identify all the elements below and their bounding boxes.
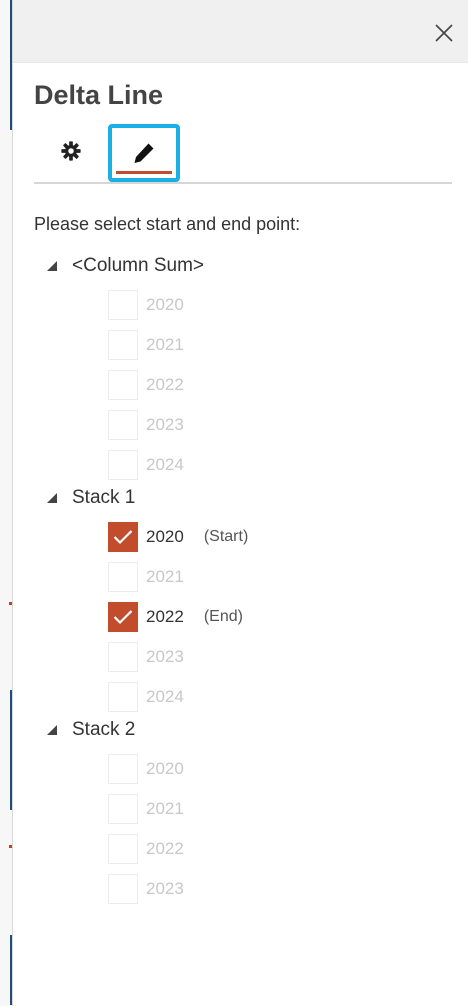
checkbox[interactable] xyxy=(108,834,138,864)
tree-item-label: 2020 xyxy=(146,295,184,314)
instruction-text: Please select start and end point: xyxy=(34,214,301,234)
end-tag: (End) xyxy=(203,608,243,625)
host-window-marker xyxy=(9,845,12,848)
collapse-arrow-icon[interactable] xyxy=(46,492,58,504)
tree-item[interactable]: 2023 xyxy=(108,409,184,441)
tree-item-label: 2021 xyxy=(146,567,184,586)
tree-item[interactable]: 2022 (End) xyxy=(108,601,243,633)
collapse-arrow-icon[interactable] xyxy=(46,724,58,736)
host-window-marker xyxy=(9,602,12,605)
tree-item-label: 2023 xyxy=(146,415,184,434)
checkbox[interactable] xyxy=(108,410,138,440)
tab-edit[interactable] xyxy=(108,124,180,182)
host-window-edge xyxy=(0,0,13,1006)
tree-item[interactable]: 2022 xyxy=(108,369,184,401)
tree-item[interactable]: 2021 xyxy=(108,561,184,593)
tab-settings[interactable] xyxy=(52,134,90,168)
pane-titlebar xyxy=(13,0,468,63)
tree-item-label: 2023 xyxy=(146,879,184,898)
tree-item[interactable]: 2020 (Start) xyxy=(108,521,248,553)
tree-item[interactable]: 2022 xyxy=(108,833,184,865)
collapse-arrow-icon[interactable] xyxy=(46,260,58,272)
checkbox[interactable] xyxy=(108,290,138,320)
checkmark-icon xyxy=(113,610,133,625)
pencil-icon xyxy=(134,143,154,163)
close-button[interactable] xyxy=(426,16,462,50)
tree-item[interactable]: 2023 xyxy=(108,641,184,673)
checkbox[interactable] xyxy=(108,642,138,672)
tab-divider xyxy=(34,182,452,184)
pane-title: Delta Line xyxy=(34,80,164,110)
tab-active-indicator xyxy=(116,171,172,174)
tree-item-label: 2023 xyxy=(146,647,184,666)
checkmark-icon xyxy=(113,530,133,545)
tree-item-label: 2024 xyxy=(146,455,184,474)
checkbox[interactable] xyxy=(108,562,138,592)
tree-group-label: Stack 2 xyxy=(72,719,136,740)
tree-item[interactable]: 2024 xyxy=(108,449,184,481)
tree-group-stack-2[interactable]: Stack 2 xyxy=(46,716,135,744)
tree-item-label: 2022 xyxy=(146,375,184,394)
gear-icon xyxy=(61,141,81,161)
start-tag: (Start) xyxy=(203,528,249,545)
checkbox-checked[interactable] xyxy=(108,522,138,552)
checkbox[interactable] xyxy=(108,794,138,824)
host-window-accent xyxy=(10,0,12,130)
checkbox[interactable] xyxy=(108,330,138,360)
close-icon xyxy=(435,24,453,42)
tree-group-label: Stack 1 xyxy=(72,487,136,508)
tree-group-stack-1[interactable]: Stack 1 xyxy=(46,484,135,512)
tree-item-label: 2021 xyxy=(146,335,184,354)
checkbox[interactable] xyxy=(108,450,138,480)
tree-group-label: <Column Sum> xyxy=(72,255,205,276)
tree-item[interactable]: 2020 xyxy=(108,753,184,785)
host-window-accent xyxy=(10,935,12,1005)
tree-item[interactable]: 2021 xyxy=(108,329,184,361)
tree-item[interactable]: 2023 xyxy=(108,873,184,905)
tree-item[interactable]: 2021 xyxy=(108,793,184,825)
tree-item-label: 2020 xyxy=(146,527,184,546)
checkbox[interactable] xyxy=(108,754,138,784)
tree-item[interactable]: 2020 xyxy=(108,289,184,321)
checkbox[interactable] xyxy=(108,874,138,904)
tree-item-label: 2020 xyxy=(146,759,184,778)
checkbox[interactable] xyxy=(108,370,138,400)
tree-group-column-sum[interactable]: <Column Sum> xyxy=(46,252,204,280)
tree-item-label: 2024 xyxy=(146,687,184,706)
host-window-accent xyxy=(10,690,12,810)
tree-item-label: 2022 xyxy=(146,839,184,858)
checkbox-checked[interactable] xyxy=(108,602,138,632)
tree-item-label: 2022 xyxy=(146,607,184,626)
tree-item-label: 2021 xyxy=(146,799,184,818)
tree-item[interactable]: 2024 xyxy=(108,681,184,713)
checkbox[interactable] xyxy=(108,682,138,712)
